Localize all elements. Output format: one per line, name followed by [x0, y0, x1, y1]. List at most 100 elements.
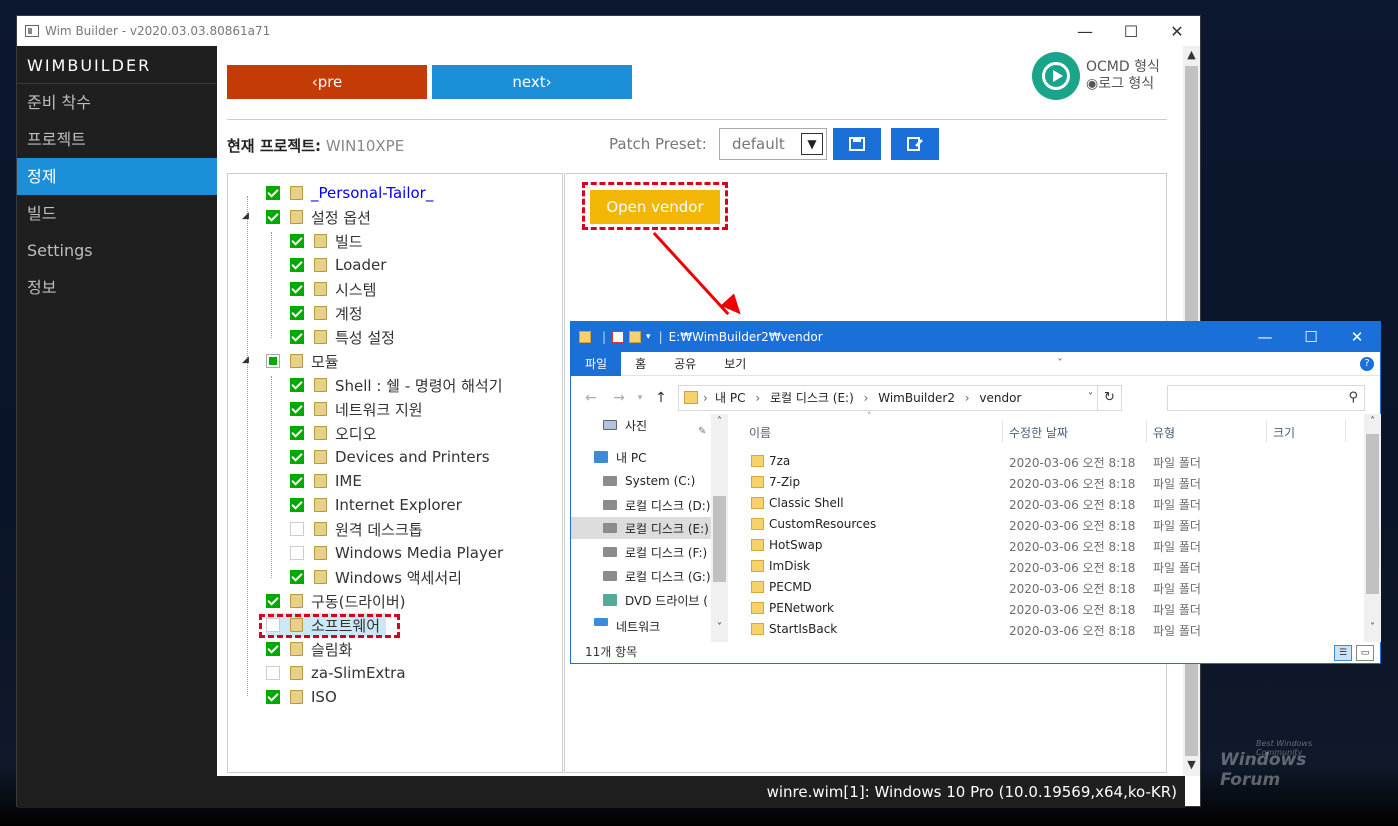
address-dropdown-icon[interactable]: ˅ — [1088, 386, 1093, 410]
new-folder-icon[interactable] — [629, 331, 642, 343]
column-header-date[interactable]: 수정한 날짜 — [1009, 424, 1068, 441]
scroll-thumb[interactable] — [713, 496, 726, 582]
nav-pane-scrollbar[interactable]: ˄ ˅ — [711, 414, 728, 642]
up-icon[interactable]: ↑ — [647, 390, 675, 406]
refresh-icon[interactable]: ↻ — [1097, 386, 1121, 410]
sidebar-item-customize[interactable]: 정제 — [17, 158, 217, 195]
file-list-scrollbar[interactable]: ˄ ˅ — [1364, 414, 1381, 642]
tab-view[interactable]: 보기 — [710, 352, 760, 376]
checkbox[interactable] — [266, 354, 280, 368]
pin-icon[interactable]: ✎ — [698, 426, 706, 437]
sidebar-item-project[interactable]: 프로젝트 — [17, 121, 217, 158]
tree-item[interactable]: za-SlimExtra — [266, 661, 406, 685]
file-row[interactable]: Classic Shell 2020-03-06 오전 8:18 파일 폴더 — [747, 493, 1347, 514]
patch-preset-select[interactable]: default ▼ — [719, 128, 827, 160]
checkbox[interactable] — [266, 210, 280, 224]
tree-item[interactable]: 시스템 — [290, 277, 376, 301]
edit-preset-button[interactable] — [891, 128, 939, 160]
nav-item-drive-g[interactable]: 로컬 디스크 (G:) — [603, 565, 711, 587]
checkbox[interactable] — [290, 474, 304, 488]
nav-item-drive-c[interactable]: System (C:) — [603, 470, 695, 492]
tree-item[interactable]: ISO — [266, 685, 337, 709]
collapse-icon[interactable]: ◢ — [242, 211, 249, 221]
tree-item[interactable]: 특성 설정 — [290, 325, 395, 349]
column-header-size[interactable]: 크기 — [1273, 424, 1295, 441]
scroll-up-icon[interactable]: ˄ — [711, 416, 728, 427]
mode-log-option[interactable]: ◉로그 형식 — [1086, 76, 1160, 93]
forward-icon[interactable]: → — [605, 390, 633, 406]
checkbox[interactable] — [290, 306, 304, 320]
tree-item[interactable]: Windows 액세서리 — [290, 565, 462, 589]
properties-icon[interactable] — [612, 331, 625, 343]
scroll-up-icon[interactable]: ˄ — [1364, 416, 1381, 427]
back-icon[interactable]: ← — [577, 390, 605, 406]
breadcrumb-wimbuilder2[interactable]: WimBuilder2 — [878, 391, 955, 405]
column-separator[interactable] — [1345, 420, 1346, 442]
explorer-close-button[interactable]: ✕ — [1334, 328, 1380, 346]
minimize-button[interactable]: — — [1062, 22, 1108, 41]
checkbox[interactable] — [266, 186, 280, 200]
breadcrumb-drive-e[interactable]: 로컬 디스크 (E:) — [770, 391, 854, 405]
tree-item[interactable]: 빌드 — [290, 229, 363, 253]
tree-item[interactable]: 원격 데스크톱 — [290, 517, 423, 541]
file-row[interactable]: StartIsBack 2020-03-06 오전 8:18 파일 폴더 — [747, 619, 1347, 640]
next-button[interactable]: next› — [432, 65, 632, 99]
sidebar-item-prepare[interactable]: 준비 착수 — [17, 84, 217, 121]
scroll-thumb[interactable] — [1366, 434, 1379, 594]
search-input[interactable]: ⚲ — [1167, 385, 1365, 411]
checkbox[interactable] — [266, 690, 280, 704]
tree-item[interactable]: Devices and Printers — [290, 445, 490, 469]
checkbox[interactable] — [290, 498, 304, 512]
play-button[interactable] — [1032, 52, 1080, 100]
checkbox[interactable] — [290, 570, 304, 584]
tree-item[interactable]: Internet Explorer — [290, 493, 462, 517]
explorer-maximize-button[interactable]: ☐ — [1288, 328, 1334, 346]
tree-item[interactable]: 설정 옵션 — [266, 205, 371, 229]
checkbox[interactable] — [290, 546, 304, 560]
file-row[interactable]: 7-Zip 2020-03-06 오전 8:18 파일 폴더 — [747, 472, 1347, 493]
save-preset-button[interactable] — [833, 128, 881, 160]
nav-item-drive-d[interactable]: 로컬 디스크 (D:) — [603, 494, 710, 516]
nav-item-drive-f[interactable]: 로컬 디스크 (F:) — [603, 541, 707, 563]
checkbox[interactable] — [266, 666, 280, 680]
nav-item-drive-e[interactable]: 로컬 디스크 (E:) — [571, 517, 711, 539]
scroll-down-icon[interactable]: ˅ — [1364, 622, 1381, 633]
mode-ocmd-option[interactable]: OCMD 형식 — [1086, 59, 1160, 76]
close-button[interactable]: ✕ — [1154, 22, 1200, 41]
checkbox[interactable] — [290, 234, 304, 248]
tree-item[interactable]: 슬림화 — [266, 637, 352, 661]
column-header-name[interactable]: 이름 — [749, 424, 771, 441]
sidebar-item-build[interactable]: 빌드 — [17, 195, 217, 232]
checkbox[interactable] — [290, 426, 304, 440]
breadcrumb-vendor[interactable]: vendor — [979, 391, 1021, 405]
checkbox[interactable] — [290, 330, 304, 344]
scroll-down-icon[interactable]: ˅ — [711, 622, 728, 633]
checkbox[interactable] — [290, 378, 304, 392]
large-icons-view-icon[interactable]: ▭ — [1356, 645, 1374, 661]
tree-item[interactable]: Windows Media Player — [290, 541, 503, 565]
qat-dropdown-icon[interactable]: ▾ — [646, 332, 651, 342]
file-row[interactable]: 7za 2020-03-06 오전 8:18 파일 폴더 — [747, 451, 1347, 472]
tree-item[interactable]: _Personal-Tailor_ — [266, 181, 433, 205]
file-row[interactable]: PENetwork 2020-03-06 오전 8:18 파일 폴더 — [747, 598, 1347, 619]
nav-item-dvd[interactable]: DVD 드라이브 ( — [603, 589, 711, 611]
tree-item[interactable]: Shell : 쉘 - 명령어 해석기 — [290, 373, 503, 397]
explorer-minimize-button[interactable]: — — [1242, 328, 1288, 346]
tab-home[interactable]: 홈 — [621, 352, 660, 376]
checkbox[interactable] — [290, 258, 304, 272]
checkbox[interactable] — [290, 522, 304, 536]
details-view-icon[interactable]: ☰ — [1334, 645, 1352, 661]
tree-item[interactable]: 네트워크 지원 — [290, 397, 423, 421]
file-row[interactable]: PECMD 2020-03-06 오전 8:18 파일 폴더 — [747, 577, 1347, 598]
recent-dropdown-icon[interactable]: ▾ — [633, 393, 647, 403]
tree-item[interactable]: 모듈 — [266, 349, 339, 373]
pre-button[interactable]: ‹pre — [227, 65, 427, 99]
tree-item[interactable]: 계정 — [290, 301, 363, 325]
ribbon-expand-icon[interactable]: ˅ — [1053, 357, 1067, 371]
sidebar-item-settings[interactable]: Settings — [17, 232, 217, 269]
checkbox[interactable] — [266, 594, 280, 608]
checkbox[interactable] — [266, 642, 280, 656]
collapse-icon[interactable]: ◢ — [242, 355, 249, 365]
tab-file[interactable]: 파일 — [571, 351, 622, 376]
tab-share[interactable]: 공유 — [660, 352, 710, 376]
